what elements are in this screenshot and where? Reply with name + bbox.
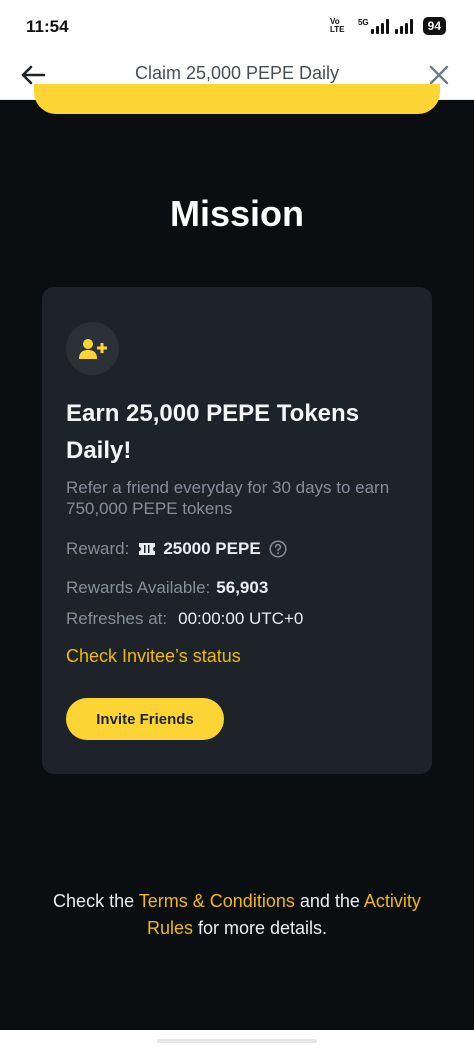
battery-indicator: 94 [422, 17, 446, 35]
volte-indicator: Vo LTE [329, 17, 345, 34]
network-type: 5G [357, 17, 369, 27]
terms-link[interactable]: Terms & Conditions [139, 891, 295, 911]
ticket-icon [139, 543, 156, 555]
signal-icon-secondary [394, 18, 413, 34]
card-description: Refer a friend everyday for 30 days to e… [66, 478, 390, 518]
top-banner-edge [34, 84, 440, 114]
refresh-row: Refreshes at: 00:00:00 UTC+0 [66, 609, 303, 629]
card-heading: Earn 25,000 PEPE Tokens Daily! [66, 400, 360, 464]
mission-card: Earn 25,000 PEPE Tokens Daily! Refer a f… [42, 287, 432, 774]
check-invitee-status-link[interactable]: Check Invitee’s status [66, 646, 241, 667]
footer-text-part2: and the [294, 891, 364, 911]
refresh-label: Refreshes at: [66, 609, 168, 628]
signal-icon [370, 18, 389, 34]
status-icons: Vo LTE 5G 94 [330, 16, 446, 36]
refresh-value: 00:00:00 UTC+0 [178, 609, 304, 628]
close-icon [429, 65, 449, 85]
card-icon-container [66, 322, 119, 375]
rewards-available-value: 56,903 [216, 578, 269, 597]
mission-title: Mission [169, 193, 304, 234]
home-indicator[interactable] [157, 1039, 317, 1043]
invite-friends-button[interactable]: Invite Friends [66, 698, 224, 740]
status-time: 11:54 [26, 17, 69, 36]
status-bar: 11:54 Vo LTE 5G 94 [0, 0, 474, 50]
add-user-icon [78, 338, 107, 359]
rewards-available-row: Rewards Available: 56,903 [66, 578, 268, 598]
reward-row: Reward: 25000 PEPE [66, 539, 287, 559]
rewards-available-label: Rewards Available: [66, 578, 211, 597]
footer-text-part1: Check the [53, 891, 139, 911]
reward-label: Reward: [66, 539, 130, 558]
footer-text: Check the Terms & Conditions and the Act… [30, 888, 444, 942]
page-title: Claim 25,000 PEPE Daily [134, 63, 340, 83]
reward-value: 25000 PEPE [163, 539, 261, 558]
help-icon[interactable] [269, 540, 287, 558]
footer-text-part3: for more details. [192, 918, 328, 938]
